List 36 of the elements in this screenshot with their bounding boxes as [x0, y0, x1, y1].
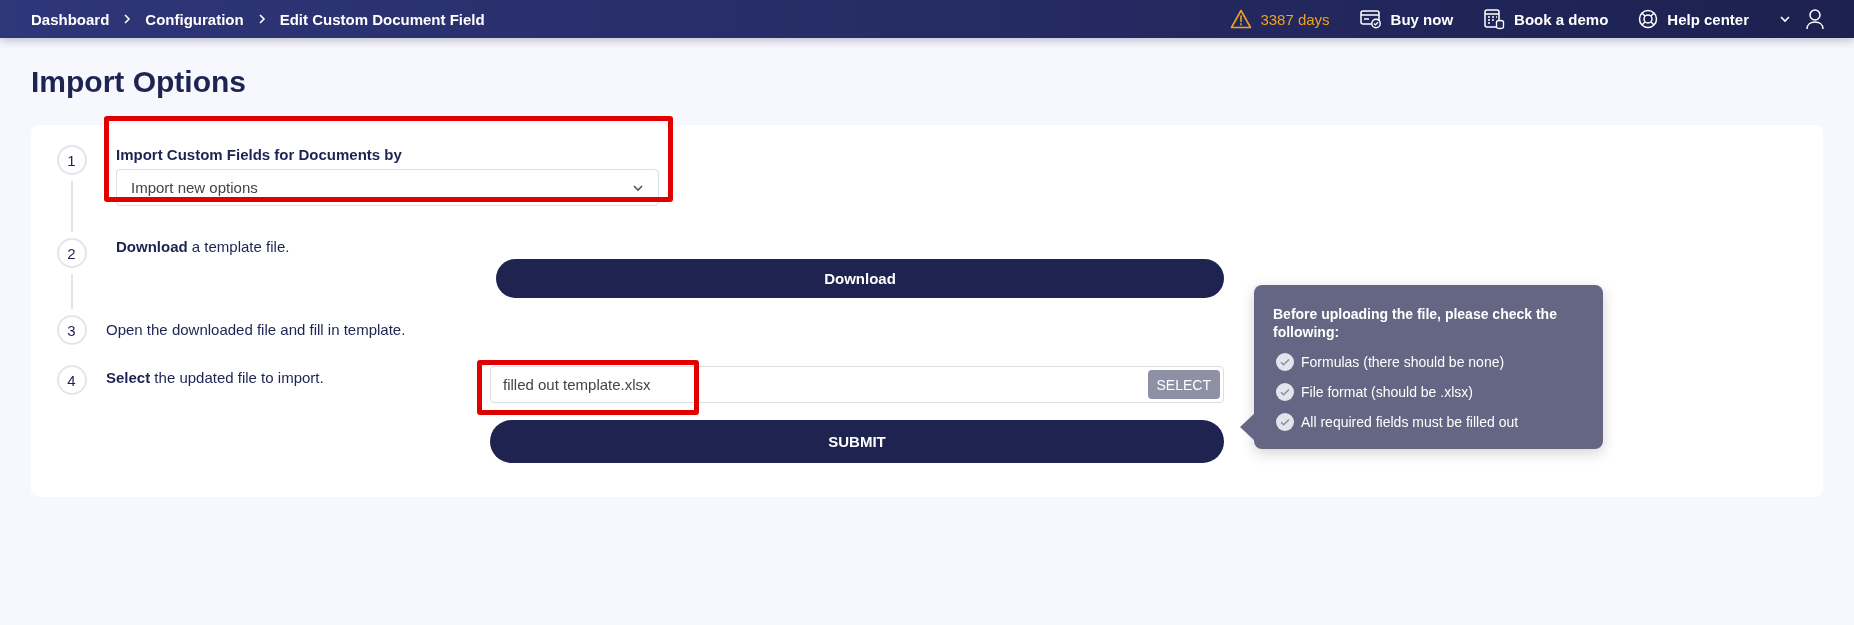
- step-number: 4: [56, 365, 87, 395]
- warning-icon: [1230, 9, 1253, 29]
- step-text: Select the updated file to import.: [106, 369, 325, 388]
- topbar-link[interactable]: Book a demo: [1483, 8, 1609, 30]
- step-text: Download a template file.: [116, 238, 291, 255]
- chevron-down-icon[interactable]: [1779, 15, 1791, 23]
- dropdown[interactable]: Import new options: [116, 169, 659, 206]
- checklist-item: File format (should be .xlsx): [1301, 384, 1473, 400]
- breadcrumb-link[interactable]: Edit Custom Document Field: [279, 10, 485, 28]
- page-title: Import Options: [30, 64, 247, 100]
- file-name-field[interactable]: filled out template.xlsx: [501, 375, 805, 394]
- download-button[interactable]: Download: [496, 259, 1224, 298]
- field-label: Import Custom Fields for Documents by: [116, 146, 403, 163]
- step-number: 3: [56, 315, 87, 345]
- topbar-link[interactable]: Buy now: [1359, 9, 1454, 29]
- calendar-icon: [1483, 8, 1506, 30]
- breadcrumb-link[interactable]: Dashboard: [31, 10, 110, 28]
- step-number: 1: [56, 145, 87, 175]
- submit-button[interactable]: SUBMIT: [490, 420, 1224, 463]
- trial-days: 3387 days: [1260, 10, 1330, 28]
- chevron-down-icon: [632, 183, 644, 192]
- topbar-link[interactable]: Help center: [1638, 9, 1749, 29]
- tooltip-heading: Before uploading the file, please check the following:: [1273, 305, 1558, 341]
- user-icon[interactable]: [1805, 8, 1825, 30]
- checklist-item: All required fields must be filled out: [1301, 414, 1519, 430]
- lifebuoy-icon: [1638, 9, 1659, 29]
- check-circle-icon: [1276, 383, 1294, 401]
- breadcrumb-link[interactable]: Configuration: [145, 10, 244, 28]
- chevron-right-icon: [257, 13, 266, 25]
- card-icon: [1359, 9, 1382, 29]
- chevron-right-icon: [123, 13, 132, 25]
- step-text: Open the downloaded file and fill in template.: [106, 321, 406, 340]
- check-circle-icon: [1276, 413, 1294, 431]
- step-number: 2: [56, 238, 87, 268]
- check-circle-icon: [1276, 353, 1294, 371]
- checklist-item: Formulas (there should be none): [1301, 354, 1505, 370]
